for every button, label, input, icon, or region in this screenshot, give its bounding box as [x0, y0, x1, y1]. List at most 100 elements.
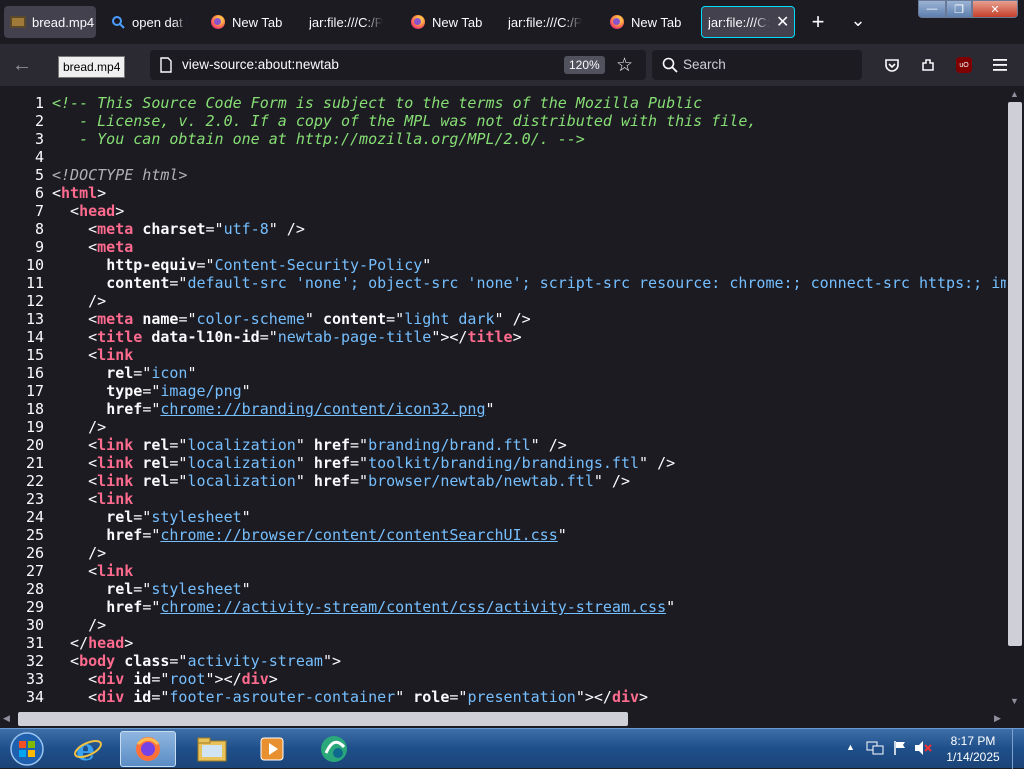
tab-open-dat[interactable]: open dat f: [110, 6, 188, 38]
source-token: body: [79, 652, 116, 670]
source-token: <: [52, 310, 98, 328]
horizontal-scroll-thumb[interactable]: [18, 712, 628, 726]
source-token: <!DOCTYPE html>: [52, 166, 188, 184]
source-token: utf-8: [223, 220, 269, 238]
tab-jar-file-selected[interactable]: jar:file:///C: ✕: [701, 6, 795, 38]
back-button[interactable]: ←: [10, 53, 34, 77]
source-token: =": [386, 310, 405, 328]
line-number: 13: [25, 310, 44, 328]
source-token: [52, 382, 106, 400]
scroll-up-arrow[interactable]: ▲: [1010, 89, 1019, 99]
source-token: name: [142, 310, 179, 328]
zoom-indicator[interactable]: 120%: [564, 56, 605, 74]
bookmark-star-icon[interactable]: ☆: [616, 54, 633, 77]
tab-new-tab-1[interactable]: New Tab: [210, 6, 290, 38]
source-token: light dark: [404, 310, 495, 328]
source-token: [133, 436, 142, 454]
volume-muted-icon[interactable]: [914, 740, 932, 761]
source-line: 8 <meta charset="utf-8" />: [0, 220, 305, 238]
system-clock[interactable]: 8:17 PM 1/14/2025: [936, 733, 1010, 765]
source-view[interactable]: 1 <!-- This Source Code Form is subject t…: [0, 88, 1006, 710]
ublock-origin-icon[interactable]: uO: [954, 55, 974, 75]
line-number: 6: [34, 184, 44, 202]
source-token: <: [52, 328, 98, 346]
source-token: toolkit/branding/brandings.ftl: [368, 454, 640, 472]
show-hidden-icons-button[interactable]: ▲: [846, 742, 855, 752]
line-number: 20: [25, 436, 44, 454]
start-button[interactable]: [2, 731, 52, 767]
source-token: [142, 328, 151, 346]
tab-new-tab-3[interactable]: New Tab: [609, 6, 689, 38]
source-line: 4: [0, 148, 52, 166]
source-token: >: [97, 184, 107, 202]
search-bar[interactable]: Search: [652, 50, 862, 80]
source-link[interactable]: chrome://branding/content/icon32.png: [160, 400, 485, 418]
source-link[interactable]: chrome://activity-stream/content/css/act…: [160, 598, 666, 616]
source-token: <: [52, 220, 98, 238]
source-token: div: [611, 688, 640, 706]
taskbar-app[interactable]: [306, 731, 362, 767]
source-token: html: [61, 184, 98, 202]
source-token: >: [512, 328, 522, 346]
source-token: [133, 220, 142, 238]
tab-label: jar:file:///C:: [708, 14, 770, 30]
tab-jar-file-2[interactable]: jar:file:///C:/P: [508, 6, 586, 38]
line-number: 1: [34, 94, 44, 112]
source-token: browser/newtab/newtab.ftl: [368, 472, 594, 490]
source-line: 19 />: [0, 418, 106, 436]
source-line: 3 - You can obtain one at http://mozilla…: [0, 130, 585, 148]
source-token: " />: [639, 454, 676, 472]
taskbar-media-player[interactable]: [244, 731, 300, 767]
tab-label: bread.mp4: [32, 14, 95, 30]
source-token: div: [97, 670, 125, 688]
tab-new-tab-2[interactable]: New Tab: [410, 6, 490, 38]
page-icon: [160, 57, 172, 78]
source-link[interactable]: chrome://browser/content/contentSearchUI…: [160, 526, 557, 544]
source-token: Content-Security-Policy: [214, 256, 423, 274]
scroll-left-arrow[interactable]: ◀: [3, 713, 10, 724]
source-line: 21 <link rel="localization" href="toolki…: [0, 454, 675, 472]
minimize-button[interactable]: —: [918, 0, 946, 18]
source-token: </: [52, 634, 89, 652]
source-line: 7 <head>: [0, 202, 124, 220]
close-window-button[interactable]: ✕: [972, 0, 1018, 18]
source-line: 24 rel="stylesheet": [0, 508, 251, 526]
tooltip: bread.mp4: [58, 56, 126, 78]
source-token: [52, 580, 106, 598]
scroll-down-arrow[interactable]: ▼: [1010, 696, 1019, 706]
source-token: <: [52, 202, 80, 220]
source-token: rel: [106, 508, 134, 526]
source-token: <!-- This Source Code Form is subject to…: [52, 94, 703, 112]
source-token: link: [97, 490, 134, 508]
source-token: [124, 688, 133, 706]
app-icon: [321, 736, 347, 762]
network-icon[interactable]: [866, 740, 884, 761]
new-tab-button[interactable]: +: [806, 9, 830, 34]
url-bar[interactable]: view-source:about:newtab 120% ☆: [150, 50, 646, 80]
source-token: head: [88, 634, 125, 652]
action-center-flag-icon[interactable]: [892, 740, 908, 761]
pocket-icon[interactable]: [882, 55, 902, 75]
tab-list-button[interactable]: ⌄: [846, 8, 870, 32]
vertical-scroll-thumb[interactable]: [1008, 102, 1022, 646]
tab-bread-mp4[interactable]: bread.mp4: [4, 6, 96, 38]
restore-button[interactable]: ❐: [946, 0, 972, 18]
url-text[interactable]: view-source:about:newtab: [182, 57, 339, 72]
close-tab-icon[interactable]: ✕: [776, 12, 789, 32]
source-token: meta: [97, 220, 134, 238]
taskbar-internet-explorer[interactable]: e: [60, 731, 116, 767]
hamburger-menu-icon[interactable]: [990, 55, 1010, 75]
taskbar-file-explorer[interactable]: [184, 731, 240, 767]
tab-jar-file-1[interactable]: jar:file:///C:/P: [309, 6, 387, 38]
show-desktop-button[interactable]: [1012, 729, 1024, 769]
source-token: href: [313, 472, 351, 490]
source-token: [52, 508, 106, 526]
extensions-icon[interactable]: [918, 55, 938, 75]
source-token: >: [639, 688, 649, 706]
line-number: 16: [25, 364, 44, 382]
taskbar-firefox[interactable]: [120, 731, 176, 767]
source-token: <: [52, 472, 98, 490]
scroll-right-arrow[interactable]: ▶: [994, 713, 1001, 724]
source-line: 32 <body class="activity-stream">: [0, 652, 341, 670]
source-line: 13 <meta name="color-scheme" content="li…: [0, 310, 531, 328]
